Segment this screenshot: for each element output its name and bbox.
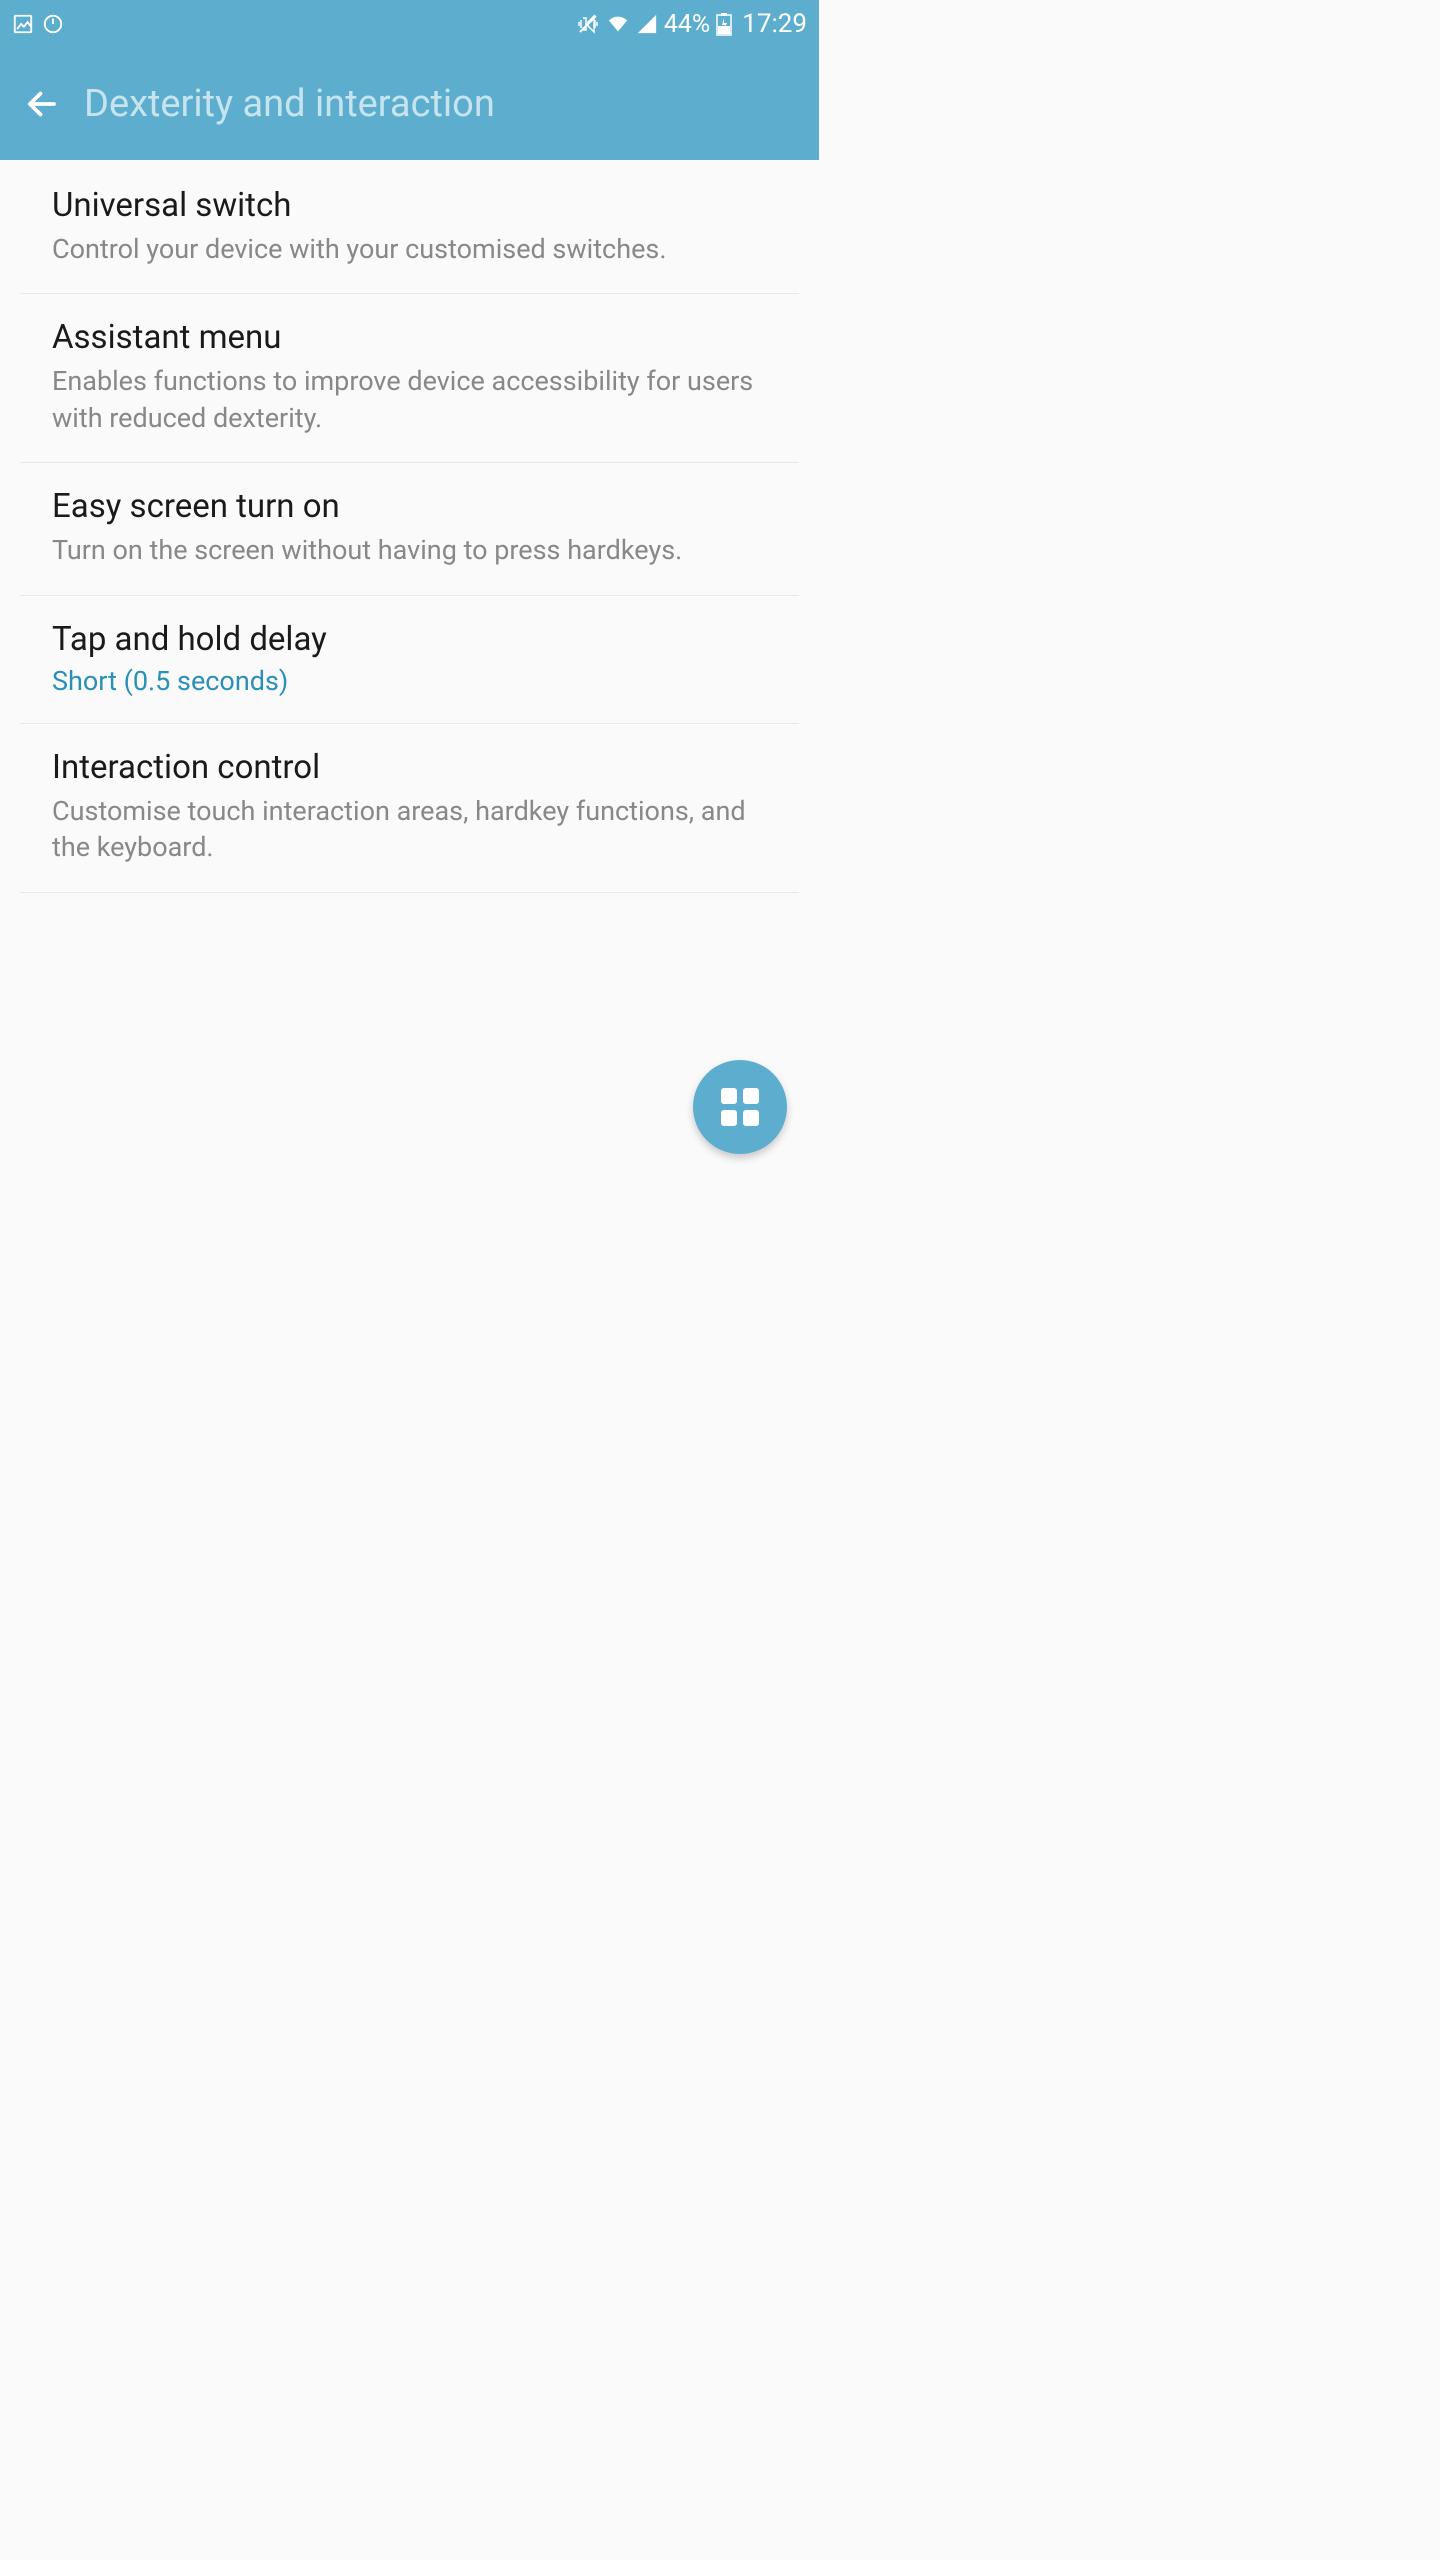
status-left-icons [12,13,64,35]
item-value: Short (0.5 seconds) [52,665,767,697]
item-title: Universal switch [52,186,767,225]
item-subtitle: Turn on the screen without having to pre… [52,532,767,568]
app-bar: Dexterity and interaction [0,48,819,160]
assistant-fab-button[interactable] [693,1060,787,1154]
item-title: Interaction control [52,748,767,787]
page-title: Dexterity and interaction [84,82,495,126]
battery-percent: 44% [664,10,710,39]
interaction-control-item[interactable]: Interaction control Customise touch inte… [20,724,799,893]
time-text: 17:29 [742,9,807,39]
wifi-icon [606,13,630,35]
battery-charging-icon [716,12,732,36]
power-icon [42,13,64,35]
universal-switch-item[interactable]: Universal switch Control your device wit… [20,160,799,294]
assistant-menu-item[interactable]: Assistant menu Enables functions to impr… [20,294,799,463]
item-title: Assistant menu [52,318,767,357]
settings-list: Universal switch Control your device wit… [0,160,819,893]
screenshot-icon [12,13,34,35]
back-button[interactable] [24,86,60,122]
status-bar: 44% 17:29 [0,0,819,48]
signal-icon [636,13,658,35]
item-subtitle: Control your device with your customised… [52,231,767,267]
vibrate-icon [576,12,600,36]
item-title: Tap and hold delay [52,620,767,659]
item-subtitle: Customise touch interaction areas, hardk… [52,793,767,866]
status-right-icons: 44% 17:29 [576,9,807,39]
item-subtitle: Enables functions to improve device acce… [52,363,767,436]
easy-screen-turn-on-item[interactable]: Easy screen turn on Turn on the screen w… [20,463,799,595]
item-title: Easy screen turn on [52,487,767,526]
grid-icon [721,1088,759,1126]
tap-and-hold-delay-item[interactable]: Tap and hold delay Short (0.5 seconds) [20,596,799,724]
